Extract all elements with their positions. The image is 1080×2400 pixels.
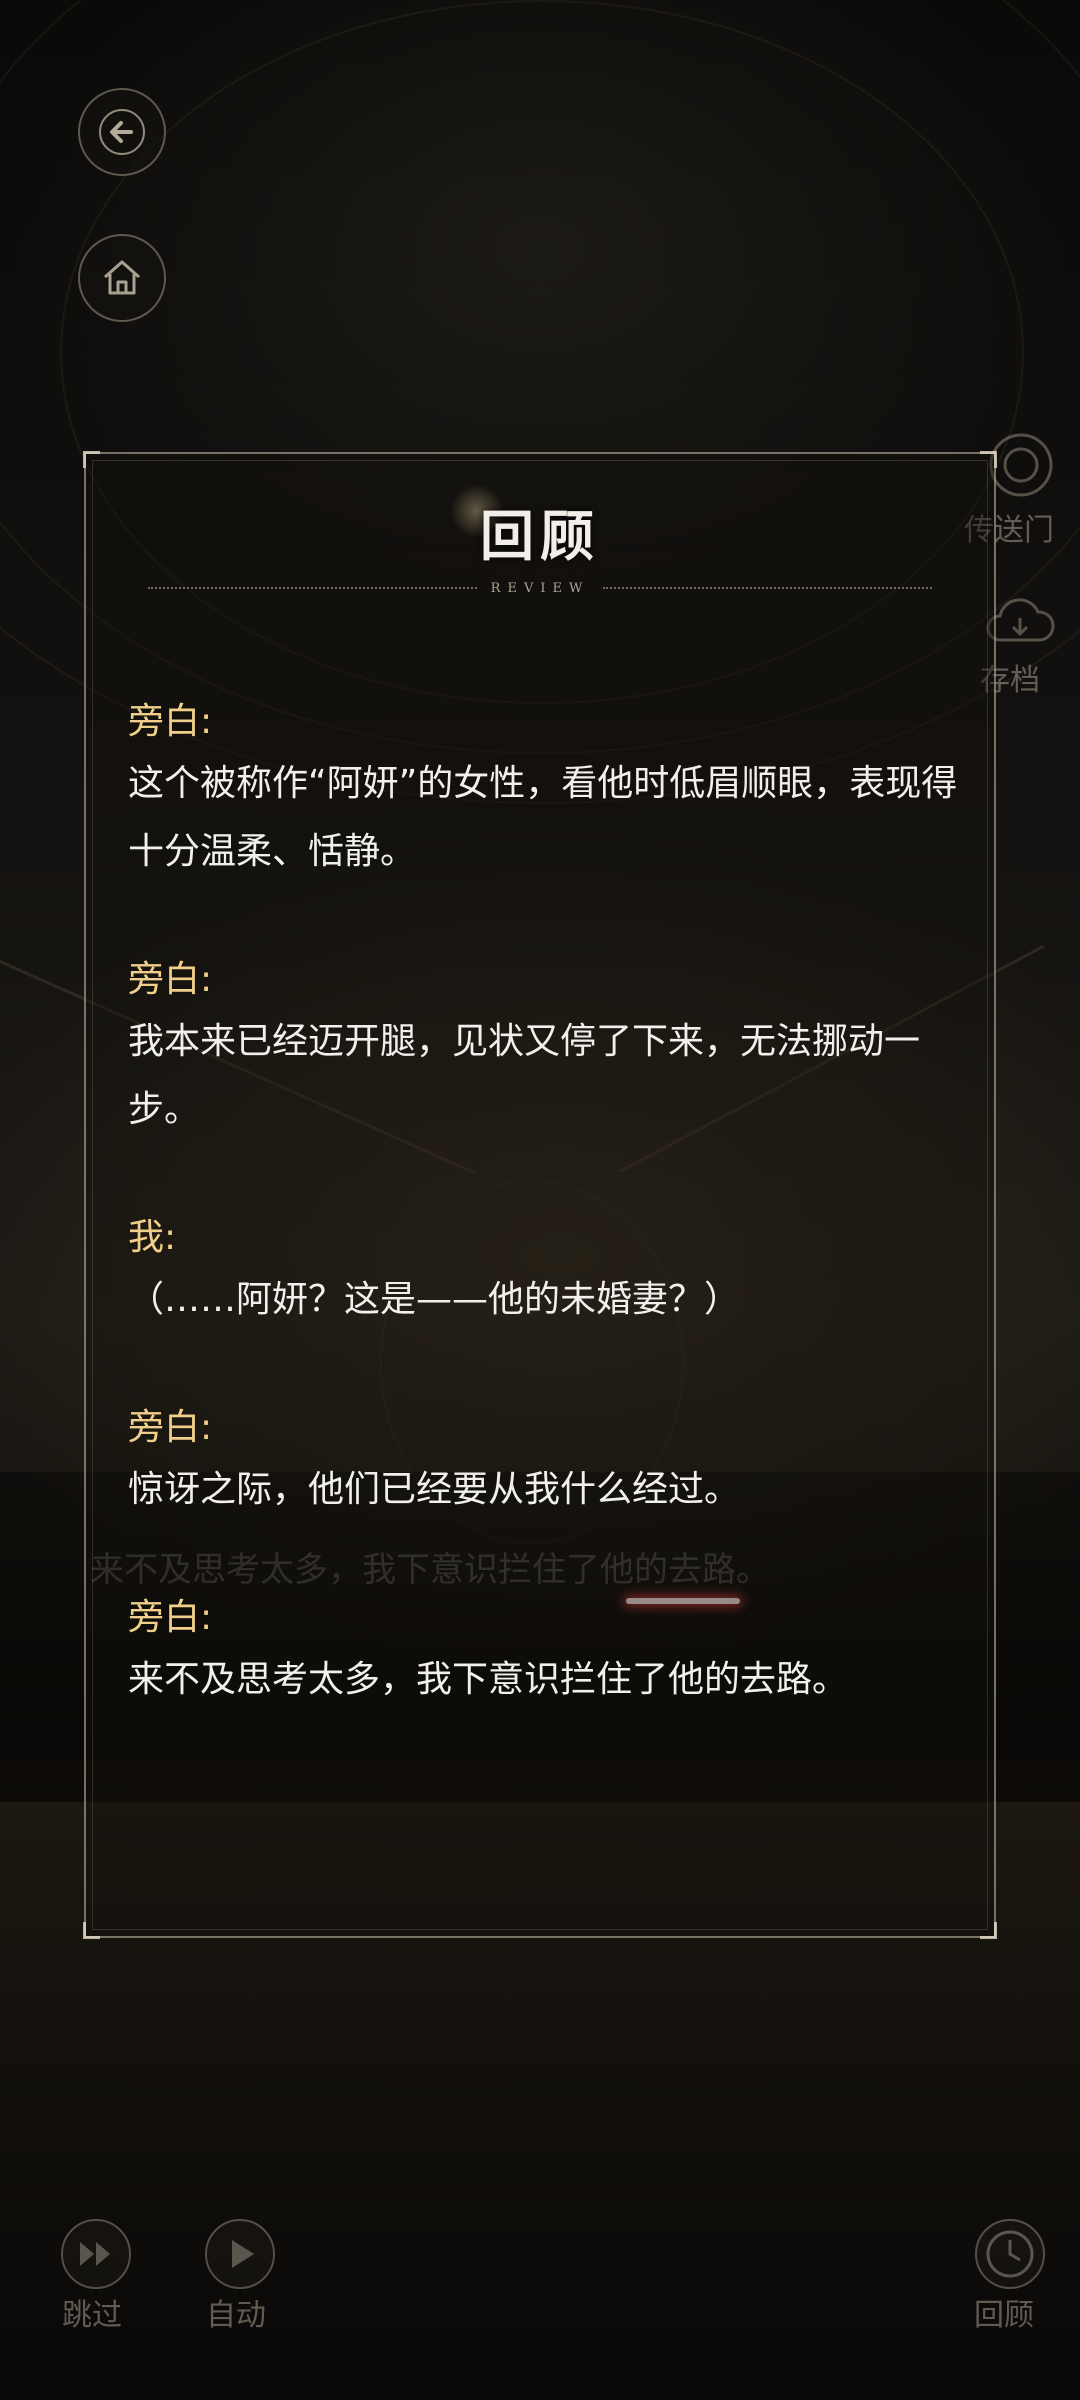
log-entry: 旁白: 来不及思考太多，我下意识拦住了他的去路。 bbox=[128, 1590, 964, 1714]
log-entry: 我: （……阿妍？这是——他的未婚妻？） bbox=[128, 1210, 964, 1334]
review-panel[interactable]: 回顾 REVIEW 旁白: 这个被称作“阿妍”的女性，看他时低眉顺眼，表现得十分… bbox=[83, 451, 997, 1939]
auto-label: 自动 bbox=[206, 2298, 266, 2333]
speaker-name: 旁白: bbox=[128, 701, 213, 742]
review-label: 回顾 bbox=[974, 2298, 1034, 2333]
panel-corner bbox=[980, 451, 997, 468]
home-button[interactable] bbox=[78, 234, 166, 322]
clock-icon bbox=[975, 2219, 1045, 2289]
home-icon bbox=[104, 260, 140, 295]
fast-forward-icon bbox=[61, 2219, 131, 2289]
panel-title: 回顾 bbox=[480, 504, 600, 568]
log-entry: 旁白: 这个被称作“阿妍”的女性，看他时低眉顺眼，表现得十分温柔、恬静。 bbox=[128, 694, 964, 886]
back-arrow-icon bbox=[99, 109, 145, 155]
dialogue-text: 这个被称作“阿妍”的女性，看他时低眉顺眼，表现得十分温柔、恬静。 bbox=[128, 763, 958, 872]
dialogue-text: 惊讶之际，他们已经要从我什么经过。 bbox=[128, 1469, 741, 1510]
log-entry: 旁白: 我本来已经迈开腿，见状又停了下来，无法挪动一步。 bbox=[128, 952, 964, 1144]
speaker-name: 我: bbox=[128, 1217, 177, 1258]
speaker-name: 旁白: bbox=[128, 959, 213, 1000]
panel-subtitle: REVIEW bbox=[490, 580, 590, 596]
title-divider: REVIEW bbox=[148, 578, 932, 598]
speaker-name: 旁白: bbox=[128, 1407, 213, 1448]
panel-corner bbox=[83, 451, 100, 468]
back-button[interactable] bbox=[78, 88, 166, 176]
review-log[interactable]: 旁白: 这个被称作“阿妍”的女性，看他时低眉顺眼，表现得十分温柔、恬静。 旁白:… bbox=[128, 694, 964, 1780]
panel-corner bbox=[83, 1922, 100, 1939]
panel-corner bbox=[980, 1922, 997, 1939]
log-entry: 旁白: 惊讶之际，他们已经要从我什么经过。 bbox=[128, 1400, 964, 1524]
play-icon bbox=[205, 2219, 275, 2289]
review-button[interactable] bbox=[972, 2216, 1048, 2292]
dialogue-text: 我本来已经迈开腿，见状又停了下来，无法挪动一步。 bbox=[128, 1021, 921, 1130]
speaker-name: 旁白: bbox=[128, 1597, 213, 1638]
skip-button[interactable] bbox=[58, 2216, 134, 2292]
skip-label: 跳过 bbox=[62, 2298, 122, 2333]
auto-button[interactable] bbox=[202, 2216, 278, 2292]
dialogue-text: （……阿妍？这是——他的未婚妻？） bbox=[128, 1279, 741, 1320]
dialogue-text: 来不及思考太多，我下意识拦住了他的去路。 bbox=[128, 1659, 849, 1700]
